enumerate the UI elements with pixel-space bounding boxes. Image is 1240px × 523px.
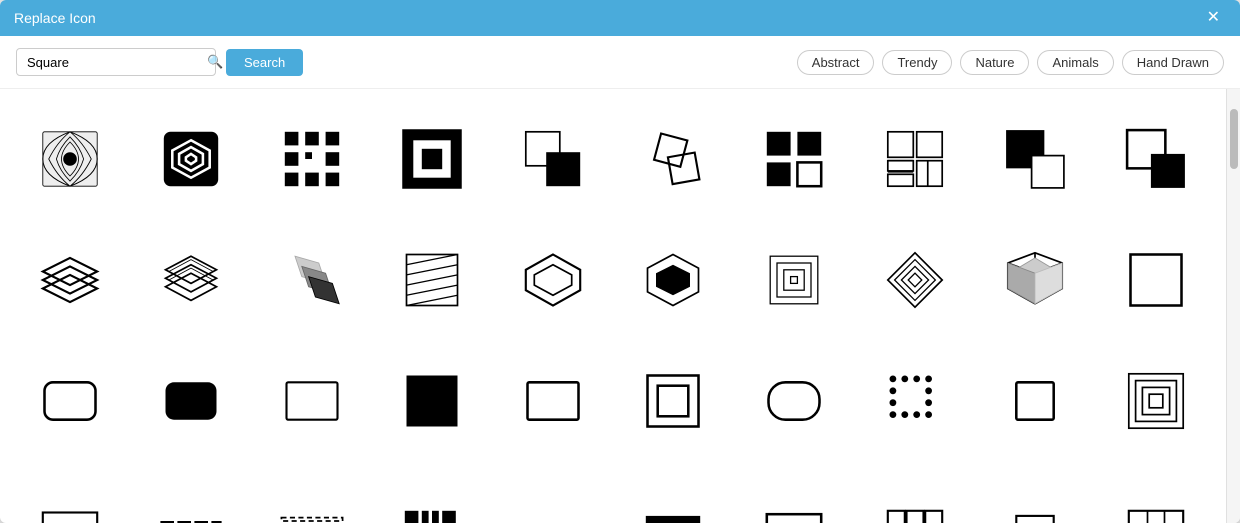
filter-hand-drawn[interactable]: Hand Drawn [1122,50,1224,75]
close-button[interactable]: ✕ [1201,8,1226,28]
icon-cell[interactable] [740,105,849,214]
filter-abstract[interactable]: Abstract [797,50,875,75]
icon-cell[interactable] [981,346,1090,455]
icon-cell[interactable] [498,105,607,214]
dialog-body [0,89,1240,523]
search-box[interactable]: 🔍 [16,48,216,76]
icon-cell[interactable] [860,346,969,455]
icon-cell[interactable] [257,467,366,523]
icon-cell[interactable] [1101,346,1210,455]
icon-cell[interactable] [137,226,246,335]
icon-cell[interactable] [16,467,125,523]
scrollbar-track[interactable] [1226,89,1240,523]
icon-cell[interactable] [981,105,1090,214]
icon-cell[interactable] [16,226,125,335]
icon-cell[interactable] [16,105,125,214]
search-icon: 🔍 [207,54,223,70]
icon-cell[interactable] [981,467,1090,523]
toolbar: 🔍 Search Abstract Trendy Nature Animals … [0,36,1240,89]
icon-cell[interactable] [16,346,125,455]
scrollbar-thumb[interactable] [1230,109,1238,169]
icon-cell[interactable] [498,226,607,335]
icon-cell[interactable] [1101,105,1210,214]
icon-cell[interactable] [740,226,849,335]
icon-cell[interactable] [860,226,969,335]
icon-cell[interactable] [137,346,246,455]
dialog-title: Replace Icon [14,10,96,26]
icon-cell[interactable] [137,467,246,523]
icon-cell[interactable] [860,467,969,523]
icon-cell[interactable] [378,346,487,455]
icon-cell[interactable] [137,105,246,214]
icon-cell[interactable] [498,467,607,523]
icon-cell[interactable] [498,346,607,455]
icon-cell[interactable] [981,226,1090,335]
icon-cell[interactable] [619,105,728,214]
icon-cell[interactable] [378,467,487,523]
icon-cell[interactable] [378,226,487,335]
icon-cell[interactable] [1101,467,1210,523]
icon-cell[interactable] [619,346,728,455]
icon-cell[interactable] [619,226,728,335]
icon-grid [16,105,1210,523]
icon-cell[interactable] [257,105,366,214]
icon-cell[interactable] [257,346,366,455]
search-input[interactable] [27,55,203,70]
filter-trendy[interactable]: Trendy [882,50,952,75]
search-button[interactable]: Search [226,49,303,76]
icon-grid-container[interactable] [0,89,1226,523]
icon-cell[interactable] [257,226,366,335]
filter-tags: Abstract Trendy Nature Animals Hand Draw… [797,50,1224,75]
icon-cell[interactable] [1101,226,1210,335]
icon-cell[interactable] [740,346,849,455]
icon-cell[interactable] [860,105,969,214]
icon-cell[interactable] [740,467,849,523]
replace-icon-dialog: Replace Icon ✕ 🔍 Search Abstract Trendy … [0,0,1240,523]
dialog-header: Replace Icon ✕ [0,0,1240,36]
filter-nature[interactable]: Nature [960,50,1029,75]
icon-cell[interactable] [378,105,487,214]
icon-cell[interactable] [619,467,728,523]
filter-animals[interactable]: Animals [1037,50,1113,75]
